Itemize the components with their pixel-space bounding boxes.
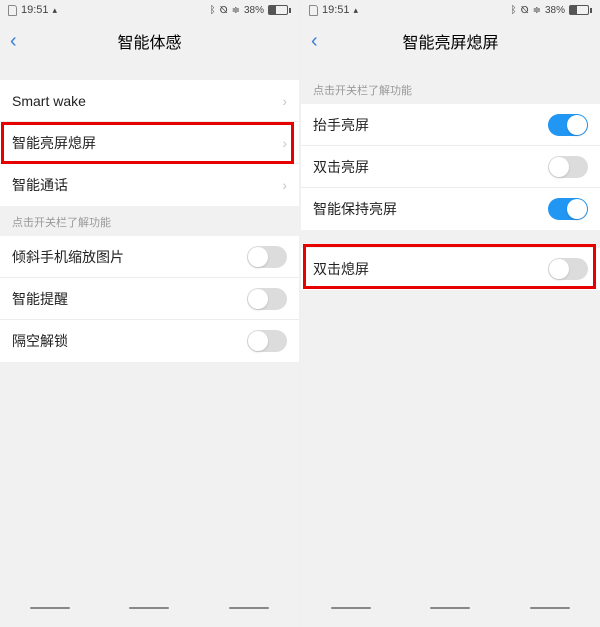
wifi-icon: ≑ [232,5,240,16]
nav-list: Smart wake › 智能亮屏熄屏 › 智能通话 › [0,80,299,206]
section-label: 点击开关栏了解功能 [0,206,299,236]
phone-right: 19:51 ▴ ᛒ ⦰ ≑ 38% ‹ 智能亮屏熄屏 点击开关栏了解功能 抬手亮… [301,0,600,627]
toggle[interactable] [247,330,287,352]
dnd-icon: ⦰ [521,5,529,16]
row-label: Smart wake [12,93,86,109]
bluetooth-icon: ᛒ [511,5,517,16]
back-button[interactable]: ‹ [10,30,17,53]
row-raise-wake[interactable]: 抬手亮屏 [301,104,600,146]
row-label: 倾斜手机缩放图片 [12,247,124,267]
toggle[interactable] [247,246,287,268]
navbar [301,589,600,627]
nav-recent[interactable] [30,607,70,609]
navbar [0,589,299,627]
status-time: 19:51 [21,4,49,16]
nav-home[interactable] [129,607,169,609]
signal-icon: ▴ [354,5,359,16]
nav-recent[interactable] [331,607,371,609]
dnd-icon: ⦰ [220,5,228,16]
statusbar: 19:51 ▴ ᛒ ⦰ ≑ 38% [301,0,600,20]
toggle[interactable] [548,114,588,136]
bluetooth-icon: ᛒ [210,5,216,16]
section-label: 点击开关栏了解功能 [301,62,600,104]
chevron-right-icon: › [282,177,287,193]
row-label: 智能通话 [12,175,68,195]
row-label: 智能提醒 [12,289,68,309]
page-title: 智能亮屏熄屏 [301,29,600,53]
row-label: 智能保持亮屏 [313,199,397,219]
back-button[interactable]: ‹ [311,30,318,53]
statusbar: 19:51 ▴ ᛒ ⦰ ≑ 38% [0,0,299,20]
row-air-unlock[interactable]: 隔空解锁 [0,320,299,362]
row-smart-stay[interactable]: 智能保持亮屏 [301,188,600,230]
nav-back[interactable] [229,607,269,609]
row-smart-call[interactable]: 智能通话 › [0,164,299,206]
row-label: 抬手亮屏 [313,115,369,135]
nav-back[interactable] [530,607,570,609]
nav-home[interactable] [430,607,470,609]
toggle-list-b: 双击熄屏 [301,248,600,290]
toggle[interactable] [548,198,588,220]
wifi-icon: ≑ [533,5,541,16]
sim-icon [8,5,17,16]
phone-left: 19:51 ▴ ᛒ ⦰ ≑ 38% ‹ 智能体感 Smart wake › 智能… [0,0,299,627]
row-smart-remind[interactable]: 智能提醒 [0,278,299,320]
row-label: 隔空解锁 [12,331,68,351]
battery-icon [569,5,592,15]
battery-pct: 38% [545,5,565,16]
toggle-list: 倾斜手机缩放图片 智能提醒 隔空解锁 [0,236,299,362]
chevron-right-icon: › [282,93,287,109]
battery-pct: 38% [244,5,264,16]
header: ‹ 智能亮屏熄屏 [301,20,600,62]
row-smart-wake[interactable]: Smart wake › [0,80,299,122]
header: ‹ 智能体感 [0,20,299,62]
row-tilt-zoom[interactable]: 倾斜手机缩放图片 [0,236,299,278]
row-label: 智能亮屏熄屏 [12,133,96,153]
toggle-list-a: 抬手亮屏 双击亮屏 智能保持亮屏 [301,104,600,230]
toggle[interactable] [548,258,588,280]
row-doubletap-wake[interactable]: 双击亮屏 [301,146,600,188]
status-time: 19:51 [322,4,350,16]
row-smart-screen[interactable]: 智能亮屏熄屏 › [0,122,299,164]
toggle[interactable] [548,156,588,178]
row-label: 双击熄屏 [313,259,369,279]
row-doubletap-off[interactable]: 双击熄屏 [301,248,600,290]
battery-icon [268,5,291,15]
toggle[interactable] [247,288,287,310]
row-label: 双击亮屏 [313,157,369,177]
chevron-right-icon: › [282,135,287,151]
sim-icon [309,5,318,16]
page-title: 智能体感 [0,29,299,53]
signal-icon: ▴ [53,5,58,16]
